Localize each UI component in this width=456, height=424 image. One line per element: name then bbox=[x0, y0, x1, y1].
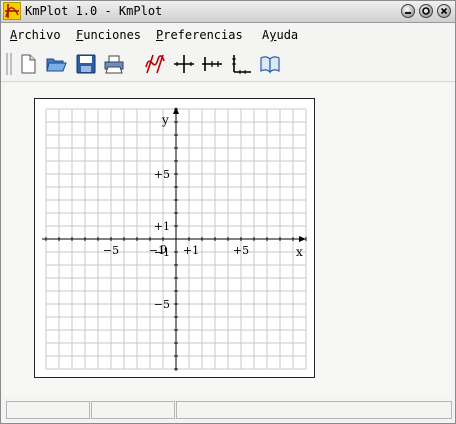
y-tick-label: −1 bbox=[154, 246, 170, 259]
app-window: KmPlot 1.0 - KmPlot Archivo Funciones Pr… bbox=[0, 0, 456, 424]
coordinate-system-2-button[interactable] bbox=[199, 51, 225, 77]
toolbar bbox=[1, 47, 455, 82]
x-tick-label: −5 bbox=[103, 244, 119, 257]
print-icon bbox=[104, 55, 124, 74]
close-icon bbox=[440, 7, 448, 15]
y-tick-label: +5 bbox=[154, 168, 170, 181]
help-manual-button[interactable] bbox=[257, 51, 283, 77]
coordinate-system-1-button[interactable] bbox=[171, 51, 197, 77]
status-cell-1 bbox=[6, 401, 90, 419]
new-function-icon bbox=[145, 54, 165, 74]
y-axis-label: y bbox=[161, 113, 169, 127]
menu-funciones[interactable]: Funciones bbox=[76, 28, 141, 42]
save-button[interactable] bbox=[73, 51, 99, 77]
x-axis-label: x bbox=[296, 245, 303, 259]
maximize-icon bbox=[422, 7, 430, 15]
x-tick-label: +1 bbox=[183, 244, 199, 257]
new-function-button[interactable] bbox=[142, 51, 168, 77]
menu-archivo[interactable]: Archivo bbox=[10, 28, 61, 42]
status-cell-2 bbox=[91, 401, 175, 419]
coordinate-system-3-button[interactable] bbox=[228, 51, 254, 77]
minimize-icon bbox=[405, 12, 411, 14]
status-cell-3 bbox=[176, 401, 452, 419]
open-folder-icon bbox=[46, 58, 67, 72]
menu-bar: Archivo Funciones Preferencias Ayuda bbox=[1, 23, 455, 47]
save-floppy-icon bbox=[76, 54, 96, 74]
horizontal-line-icon bbox=[202, 57, 222, 71]
menu-preferencias[interactable]: Preferencias bbox=[156, 28, 243, 42]
open-file-button[interactable] bbox=[43, 51, 69, 77]
x-tick-label: +5 bbox=[233, 244, 249, 257]
axes-cross-icon bbox=[174, 55, 194, 73]
maximize-button[interactable] bbox=[419, 4, 433, 18]
vertical-axes-icon bbox=[232, 55, 251, 74]
window-title: KmPlot 1.0 - KmPlot bbox=[25, 4, 163, 18]
status-bar bbox=[4, 399, 454, 421]
new-file-icon bbox=[21, 54, 36, 74]
plot-frame[interactable]: x y 0 −5 −1 +1 +5 +5 +1 −1 −5 bbox=[34, 98, 315, 378]
x-axis-arrow bbox=[299, 236, 306, 242]
menu-ayuda[interactable]: Ayuda bbox=[262, 28, 298, 42]
open-book-icon bbox=[260, 56, 280, 74]
new-file-button[interactable] bbox=[15, 51, 41, 77]
print-button[interactable] bbox=[101, 51, 127, 77]
y-tick-label: +1 bbox=[154, 220, 170, 233]
kmplot-app-icon[interactable] bbox=[3, 2, 21, 20]
toolbar-handle[interactable] bbox=[6, 53, 12, 75]
title-bar[interactable]: KmPlot 1.0 - KmPlot bbox=[1, 1, 455, 23]
minimize-button[interactable] bbox=[401, 4, 415, 18]
y-tick-label: −5 bbox=[154, 298, 170, 311]
close-button[interactable] bbox=[437, 4, 451, 18]
coordinate-plot[interactable]: x y 0 −5 −1 +1 +5 +5 +1 −1 −5 bbox=[35, 99, 314, 377]
y-axis-arrow bbox=[173, 107, 179, 114]
